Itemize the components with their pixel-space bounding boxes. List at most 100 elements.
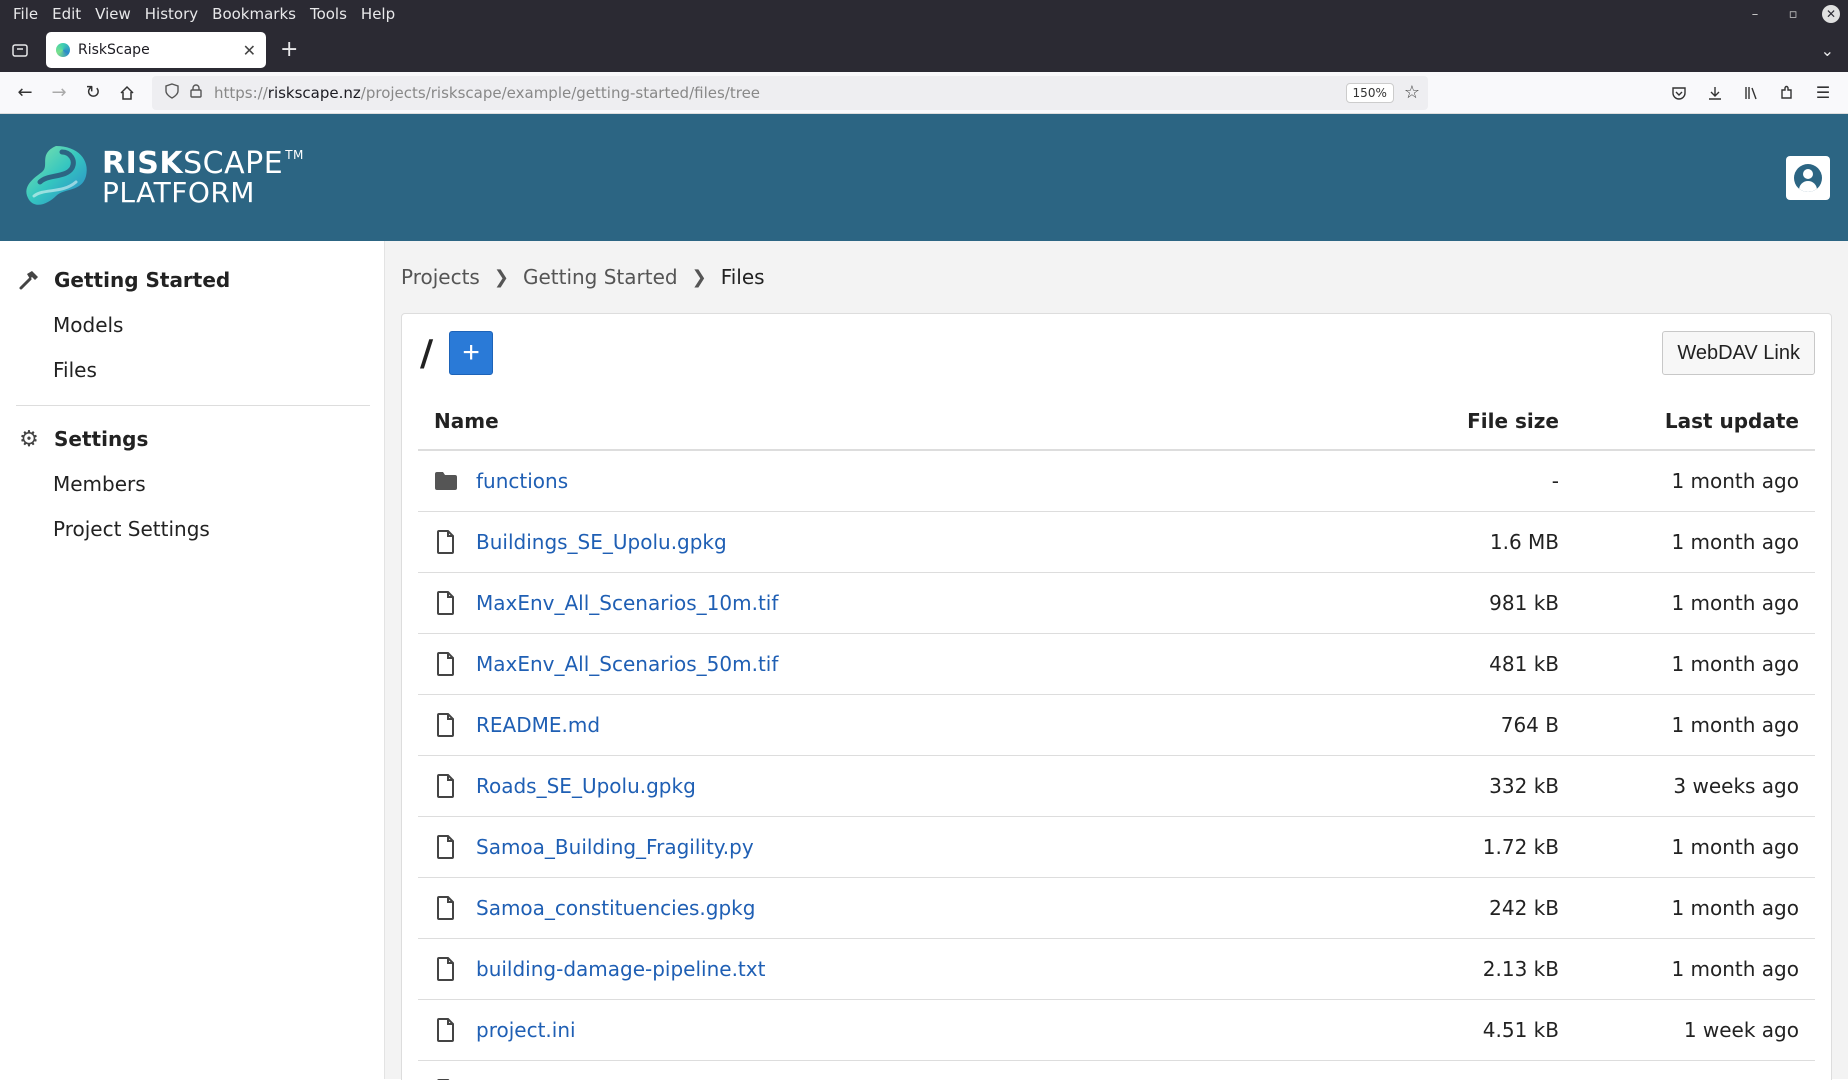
file-name-link[interactable]: project.ini — [476, 1018, 576, 1042]
home-icon[interactable] — [110, 77, 144, 109]
name-cell: MaxEnv_All_Scenarios_50m.tif — [434, 651, 1299, 677]
file-icon — [434, 956, 458, 982]
files-table: Name File size Last update functions -1 m… — [418, 392, 1815, 1080]
table-row[interactable]: MaxEnv_All_Scenarios_50m.tif 481 kB 1 mont… — [418, 633, 1815, 695]
chevron-down-icon[interactable]: ⌄ — [1821, 41, 1834, 60]
menu-view[interactable]: View — [88, 0, 138, 28]
sidebar-divider — [16, 405, 370, 406]
sidebar-item-project-settings[interactable]: Project Settings — [16, 507, 368, 552]
zoom-level-badge[interactable]: 150% — [1345, 82, 1394, 103]
menu-tools[interactable]: Tools — [303, 0, 354, 28]
reload-icon[interactable]: ↻ — [76, 77, 110, 109]
tab-close-icon[interactable]: ✕ — [243, 41, 256, 60]
menu-help[interactable]: Help — [354, 0, 402, 28]
name-cell: Roads_SE_Upolu.gpkg — [434, 773, 1299, 799]
cell-last-update: 1 month ago — [1575, 633, 1815, 695]
menu-edit[interactable]: Edit — [45, 0, 88, 28]
new-tab-icon[interactable]: + — [280, 39, 298, 61]
table-row[interactable]: building-damage-pipeline.txt 2.13 kB 1 mon… — [418, 938, 1815, 1000]
name-cell: Samoa_Building_Fragility.py — [434, 834, 1299, 860]
cell-last-update: 3 weeks ago — [1575, 755, 1815, 817]
gear-icon: ⚙ — [19, 426, 39, 452]
sidebar-project-title: Getting Started — [54, 268, 231, 292]
extensions-icon[interactable] — [1776, 82, 1798, 104]
file-name-link[interactable]: Samoa_Building_Fragility.py — [476, 835, 754, 859]
sidebar-section-project[interactable]: Getting Started — [16, 257, 368, 303]
cell-name: Samoa_constituencies.gpkg — [418, 877, 1315, 939]
table-row[interactable]: Samoa_Building_Fragility.py 1.72 kB 1 mont… — [418, 816, 1815, 878]
table-row[interactable]: README.md 764 B1 month ago — [418, 694, 1815, 756]
back-icon[interactable]: ← — [8, 77, 42, 109]
table-row[interactable]: Roads_SE_Upolu.gpkg 332 kB 3 weeks ago — [418, 755, 1815, 817]
add-file-button[interactable]: + — [449, 331, 494, 375]
url-host: riskscape.nz — [267, 83, 361, 102]
hamburger-menu-icon[interactable]: ☰ — [1812, 82, 1834, 104]
library-icon[interactable] — [1740, 82, 1762, 104]
user-menu-button[interactable] — [1786, 156, 1830, 200]
user-icon — [1794, 164, 1822, 192]
restore-icon[interactable]: ▫ — [1784, 5, 1802, 23]
sidebar-item-members[interactable]: Members — [16, 462, 368, 507]
file-name-link[interactable]: building-damage-pipeline.txt — [476, 957, 765, 981]
folder-icon — [434, 468, 458, 494]
riskscape-logo-icon — [26, 145, 87, 205]
chevron-right-icon: ❯ — [691, 266, 707, 288]
pocket-icon[interactable] — [1668, 82, 1690, 104]
url-text[interactable]: https://riskscape.nz/projects/riskscape/… — [214, 84, 1346, 102]
cell-last-update: 1 month ago — [1575, 816, 1815, 878]
table-row[interactable]: regional-exposure-pipeline.txt1.55 kB3 w… — [418, 1060, 1815, 1080]
file-name-link[interactable]: MaxEnv_All_Scenarios_50m.tif — [476, 652, 778, 676]
cell-name: Roads_SE_Upolu.gpkg — [418, 755, 1315, 817]
url-bar[interactable]: https://riskscape.nz/projects/riskscape/… — [152, 75, 1428, 110]
forward-icon[interactable]: → — [42, 77, 76, 109]
browser-menubar: File Edit View History Bookmarks Tools H… — [0, 0, 1848, 28]
page-body: Getting Started Models Files ⚙ Settings … — [0, 241, 1848, 1080]
window-controls: – ▫ ✕ — [1746, 0, 1840, 28]
file-icon — [434, 895, 458, 921]
cell-last-update: 1 month ago — [1575, 450, 1815, 512]
file-name-link[interactable]: MaxEnv_All_Scenarios_10m.tif — [476, 591, 778, 615]
name-cell: Samoa_constituencies.gpkg — [434, 895, 1299, 921]
table-row[interactable]: Buildings_SE_Upolu.gpkg 1.6 MB 1 month ago — [418, 511, 1815, 573]
breadcrumb-projects[interactable]: Projects — [401, 265, 480, 289]
file-name-link[interactable]: README.md — [476, 713, 600, 737]
table-row[interactable]: MaxEnv_All_Scenarios_10m.tif 981 kB 1 mont… — [418, 572, 1815, 634]
cell-last-update: 1 week ago — [1575, 999, 1815, 1061]
tab-list-icon[interactable] — [8, 38, 32, 62]
lock-icon[interactable] — [184, 83, 208, 102]
file-name-link[interactable]: functions — [476, 469, 568, 493]
file-name-link[interactable]: Roads_SE_Upolu.gpkg — [476, 774, 696, 798]
file-icon — [434, 529, 458, 555]
sidebar: Getting Started Models Files ⚙ Settings … — [0, 241, 385, 1079]
minimize-icon[interactable]: – — [1746, 5, 1764, 23]
files-card: / + WebDAV Link Name File size Last upda… — [401, 313, 1832, 1080]
file-name-link[interactable]: Samoa_constituencies.gpkg — [476, 896, 755, 920]
cell-file-size: 1.72 kB — [1315, 816, 1575, 878]
bookmark-star-icon[interactable]: ☆ — [1404, 82, 1420, 103]
url-scheme: https:// — [214, 83, 268, 102]
tab-riskscape[interactable]: RiskScape ✕ — [46, 32, 266, 68]
shield-icon[interactable] — [160, 82, 184, 103]
table-row[interactable]: project.ini 4.51 kB 1 week ago — [418, 999, 1815, 1061]
sidebar-item-files[interactable]: Files — [16, 348, 368, 393]
cell-last-update: 3 weeks ago — [1575, 1060, 1815, 1080]
name-cell: functions — [434, 468, 1299, 494]
current-path: / — [420, 332, 434, 374]
cell-name: MaxEnv_All_Scenarios_50m.tif — [418, 633, 1315, 695]
table-row[interactable]: Samoa_constituencies.gpkg 242 kB 1 month a… — [418, 877, 1815, 939]
breadcrumb-getting-started[interactable]: Getting Started — [523, 265, 678, 289]
table-row[interactable]: functions -1 month ago — [418, 450, 1815, 512]
close-window-icon[interactable]: ✕ — [1822, 5, 1840, 23]
cell-name: project.ini — [418, 999, 1315, 1061]
file-name-link[interactable]: Buildings_SE_Upolu.gpkg — [476, 530, 727, 554]
sidebar-section-settings[interactable]: ⚙ Settings — [16, 416, 368, 462]
menu-bookmarks[interactable]: Bookmarks — [205, 0, 303, 28]
webdav-link-button[interactable]: WebDAV Link — [1662, 331, 1815, 375]
menu-file[interactable]: File — [6, 0, 45, 28]
cell-name: functions — [418, 450, 1315, 512]
download-icon[interactable] — [1704, 82, 1726, 104]
cell-file-size: 242 kB — [1315, 877, 1575, 939]
menu-history[interactable]: History — [138, 0, 205, 28]
riskscape-logo[interactable]: RISKSCAPE TM PLATFORM — [20, 142, 304, 214]
sidebar-item-models[interactable]: Models — [16, 303, 368, 348]
